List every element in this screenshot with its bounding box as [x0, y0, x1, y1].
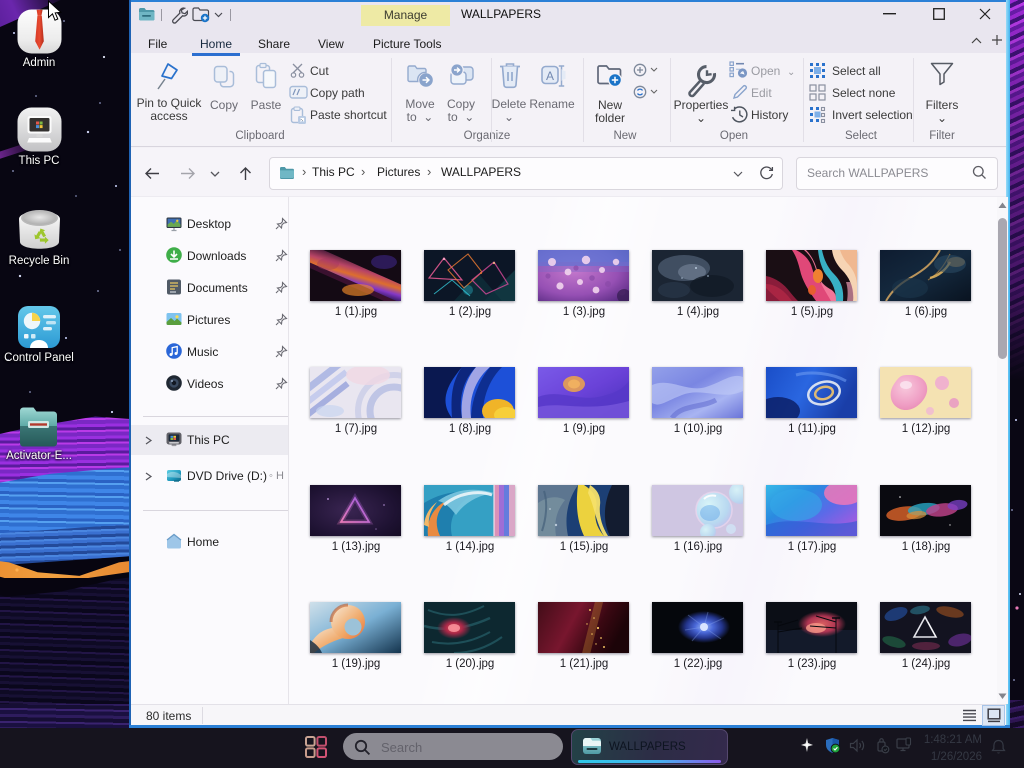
svg-text:A: A: [546, 69, 554, 83]
